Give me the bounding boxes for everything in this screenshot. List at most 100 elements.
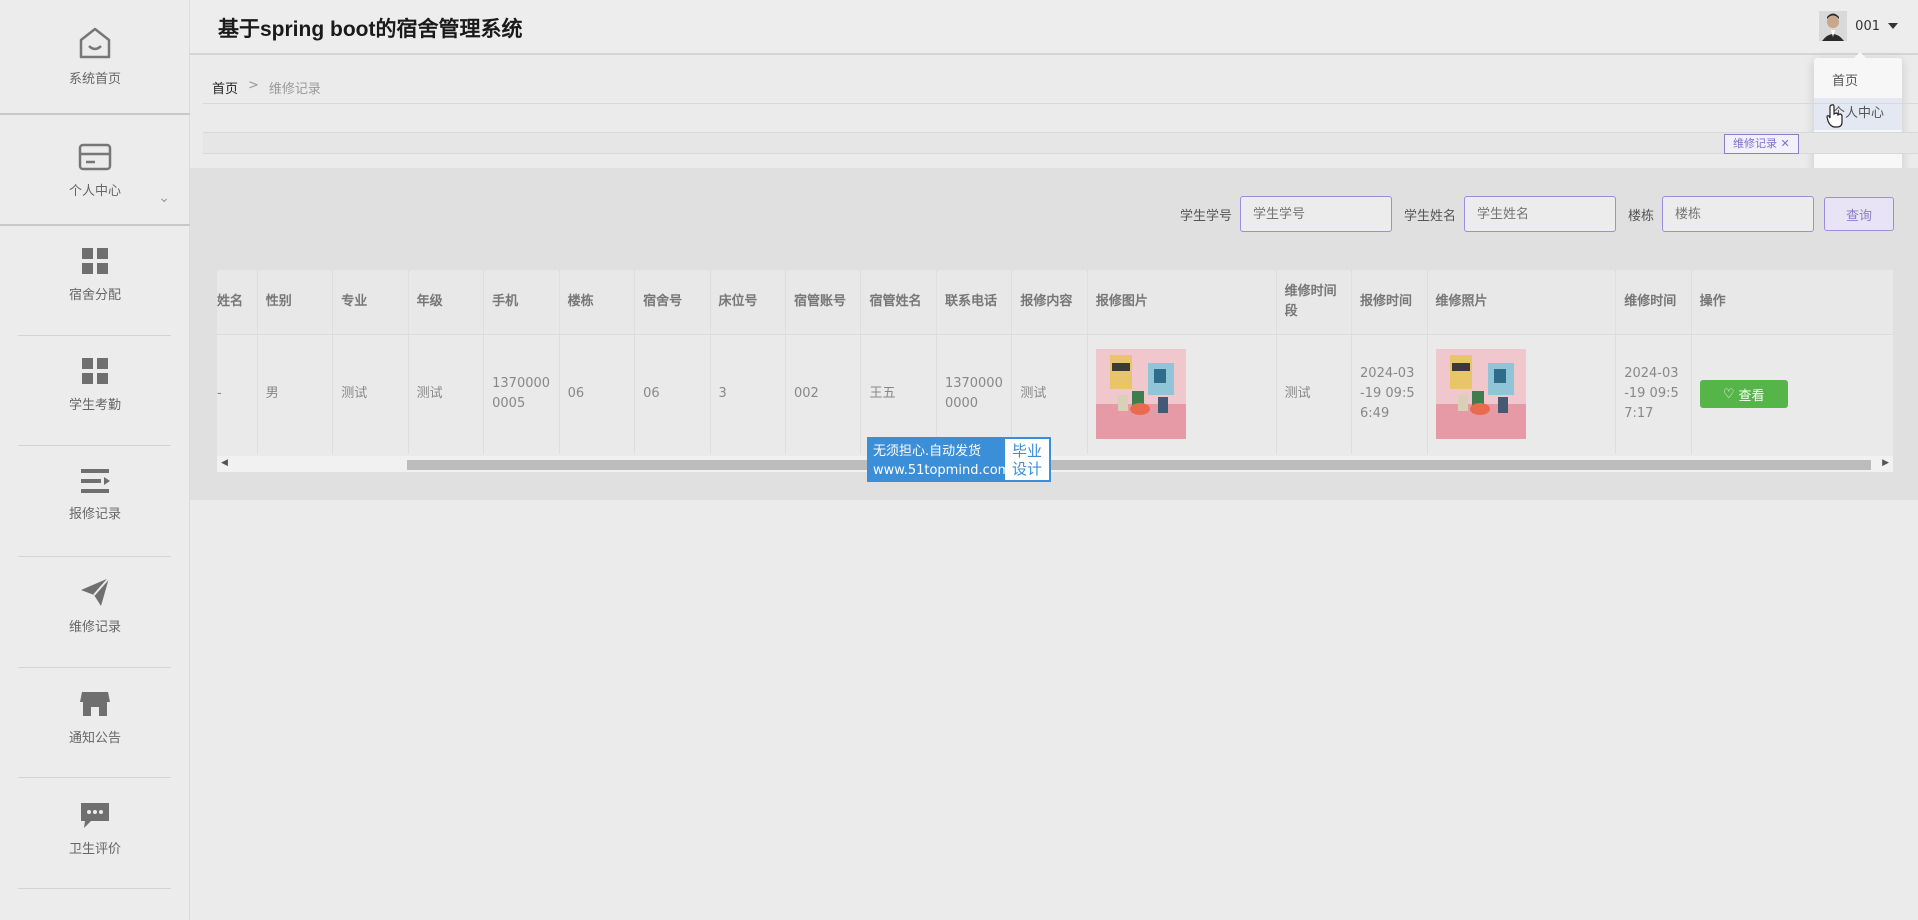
column-header: 维修时间段 [1276, 270, 1353, 335]
scroll-right-arrow-icon[interactable]: ▶ [1882, 458, 1889, 468]
column-header: 专业 [332, 270, 409, 335]
cell-major: 测试 [332, 334, 409, 454]
divider [18, 888, 171, 889]
user-name: 001 [1855, 18, 1880, 34]
records-table: 姓名 性别 专业 年级 手机 楼栋 宿舍号 床位号 宿管账号 宿管姓名 联系电话… [217, 270, 1893, 456]
scroll-left-arrow-icon[interactable]: ◀ [221, 458, 228, 468]
column-header: 性别 [257, 270, 334, 335]
sidebar-item-notices[interactable]: 通知公告 [0, 684, 190, 750]
column-header: 年级 [408, 270, 485, 335]
column-header: 姓名 [217, 270, 258, 335]
sidebar-item-label: 个人中心 [68, 183, 121, 199]
horizontal-scrollbar[interactable]: ◀ ▶ [217, 456, 1893, 472]
heart-icon: ♡ [1722, 386, 1735, 402]
cell-action: ♡ 查看 [1691, 334, 1893, 454]
table-header-row: 姓名 性别 专业 年级 手机 楼栋 宿舍号 床位号 宿管账号 宿管姓名 联系电话… [217, 270, 1893, 335]
send-icon [81, 576, 110, 606]
sidebar-item-home[interactable]: 系统首页 [0, 18, 190, 94]
column-header: 报修内容 [1011, 270, 1088, 335]
scrollbar-thumb[interactable] [407, 460, 1871, 470]
sidebar-item-label: 报修记录 [68, 506, 121, 522]
cell-name: - [217, 334, 258, 454]
watermark-right1: 毕业 [1011, 441, 1042, 460]
sidebar-item-label: 维修记录 [68, 619, 121, 635]
watermark-right2: 设计 [1011, 459, 1042, 478]
column-header: 床位号 [710, 270, 787, 335]
divider [0, 224, 190, 226]
student-name-input[interactable] [1463, 196, 1616, 232]
app-title: 基于spring boot的宿舍管理系统 [218, 18, 523, 41]
repair-photo-thumbnail[interactable] [1435, 349, 1526, 440]
column-header: 报修时间 [1351, 270, 1428, 335]
card-icon [78, 143, 112, 170]
grid-icon [82, 357, 108, 384]
caret-down-icon [1888, 23, 1898, 29]
cell-contact: 13700000000 [936, 334, 1013, 454]
search-bar: 学生学号 学生姓名 楼栋 查询 [1168, 196, 1918, 232]
watermark-line1: 无须担心.自动发货 [873, 444, 982, 459]
sidebar-item-repair-records[interactable]: 报修记录 [0, 462, 190, 526]
divider [18, 335, 171, 336]
watermark-badge: 无须担心.自动发货 www.51topmind.com 毕业 设计 [867, 437, 1051, 482]
avatar [1819, 11, 1848, 41]
column-header: 宿管姓名 [860, 270, 937, 335]
sidebar-item-label: 系统首页 [68, 71, 121, 87]
cell-grade: 测试 [408, 334, 485, 454]
breadcrumb-separator: > [248, 78, 259, 93]
breadcrumb: 首页 > 维修记录 [212, 78, 321, 97]
column-header: 宿舍号 [634, 270, 711, 335]
column-header: 维修照片 [1427, 270, 1617, 335]
tab-maintenance-records[interactable]: 维修记录 ✕ [1724, 134, 1799, 154]
watermark-text: 无须担心.自动发货 www.51topmind.com [869, 439, 1010, 480]
column-header: 维修时间 [1615, 270, 1692, 335]
student-name-label: 学生姓名 [1403, 208, 1456, 224]
search-button[interactable]: 查询 [1824, 197, 1894, 231]
cell-phone: 13700000005 [483, 334, 560, 454]
sidebar-item-maintenance-records[interactable]: 维修记录 [0, 572, 190, 638]
cell-manager-name: 王五 [860, 334, 937, 454]
sidebar-item-hygiene[interactable]: 卫生评价 [0, 795, 190, 861]
student-id-input[interactable] [1239, 196, 1392, 232]
column-header: 楼栋 [559, 270, 636, 335]
divider [18, 445, 171, 446]
column-header: 联系电话 [936, 270, 1013, 335]
sidebar-item-attendance[interactable]: 学生考勤 [0, 352, 190, 416]
cell-manager-account: 002 [785, 334, 862, 454]
divider [203, 103, 1918, 104]
dropdown-item-home[interactable]: 首页 [1814, 66, 1902, 98]
user-menu-trigger[interactable]: 001 [1819, 11, 1898, 41]
chevron-down-icon: ⌄ [158, 190, 170, 206]
divider [18, 667, 171, 668]
sidebar-item-label: 卫生评价 [68, 841, 121, 857]
hand-cursor-icon [1826, 104, 1843, 128]
student-id-label: 学生学号 [1179, 208, 1232, 224]
cell-gender: 男 [257, 334, 334, 454]
list-icon [81, 468, 110, 493]
view-button-label: 查看 [1738, 388, 1765, 404]
cell-report-time: 2024-03-19 09:56:49 [1351, 334, 1428, 454]
chat-icon [81, 802, 109, 828]
sidebar-item-profile[interactable]: 个人中心 ⌄ [0, 130, 190, 210]
sidebar-item-label: 宿舍分配 [68, 287, 121, 303]
sidebar-item-label: 通知公告 [68, 730, 121, 746]
top-header: 基于spring boot的宿舍管理系统 001 [190, 0, 1918, 55]
report-image-thumbnail[interactable] [1095, 349, 1186, 440]
column-header: 操作 [1691, 270, 1893, 335]
building-input[interactable] [1662, 196, 1814, 232]
sidebar: 系统首页 个人中心 ⌄ 宿舍分配 学生考勤 报修记录 维修记录 通知公告 卫生评… [0, 0, 190, 920]
store-icon [80, 691, 110, 716]
sidebar-item-dorm-assign[interactable]: 宿舍分配 [0, 242, 190, 306]
cell-report-image [1087, 334, 1277, 454]
grid-icon [82, 247, 108, 274]
column-header: 报修图片 [1087, 270, 1277, 335]
view-button[interactable]: ♡ 查看 [1699, 380, 1788, 409]
home-icon [79, 27, 111, 58]
divider [18, 777, 171, 778]
cell-building: 06 [559, 334, 636, 454]
cell-repair-photo [1427, 334, 1617, 454]
breadcrumb-home[interactable]: 首页 [212, 78, 238, 97]
cell-repair-time: 2024-03-19 09:57:17 [1615, 334, 1692, 454]
column-header: 手机 [483, 270, 560, 335]
cell-room: 06 [634, 334, 711, 454]
sidebar-item-label: 学生考勤 [68, 397, 121, 413]
